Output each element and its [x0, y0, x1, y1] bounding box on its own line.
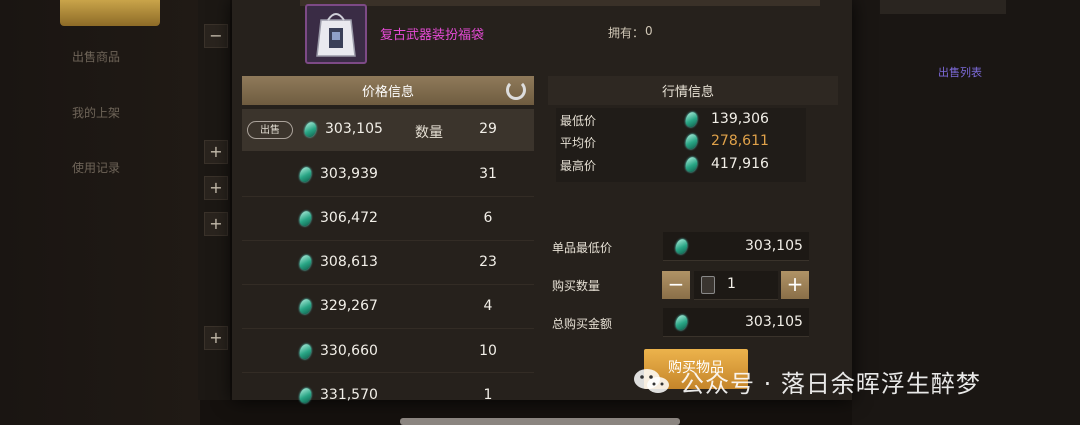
expand-icon[interactable]: +: [204, 326, 228, 350]
total-amount-value: 303,105: [745, 314, 803, 330]
watermark-text: 公众号 · 落日余晖浮生醉梦: [680, 370, 981, 398]
quantity-value[interactable]: 1: [727, 276, 736, 292]
scrollbar[interactable]: [400, 418, 680, 425]
increase-quantity-button[interactable]: +: [781, 271, 809, 299]
row-price[interactable]: 330,660: [320, 343, 378, 359]
decrease-quantity-button[interactable]: −: [662, 271, 690, 299]
calculator-icon[interactable]: [701, 276, 715, 294]
highest-price-label: 最高价: [560, 159, 597, 173]
price-info-title: 价格信息: [361, 85, 414, 100]
row-quantity: 23: [479, 254, 497, 270]
row-quantity: 6: [483, 210, 493, 226]
highest-price-value: 417,916: [711, 156, 769, 172]
row-price[interactable]: 306,472: [320, 210, 378, 226]
average-price-value: 278,611: [711, 133, 769, 149]
row-price[interactable]: 331,570: [320, 387, 378, 403]
unit-lowest-price-label: 单品最低价: [552, 241, 613, 255]
panel-top-strip: [300, 0, 820, 6]
quantity-header: 数量: [415, 125, 443, 141]
lowest-price-value: 139,306: [711, 111, 769, 127]
bg-menu-item-usage-log[interactable]: 使用记录: [72, 159, 120, 176]
background-right-button[interactable]: [880, 0, 1006, 14]
bg-right-tab-sell-list[interactable]: 出售列表: [938, 64, 982, 80]
row-price[interactable]: 308,613: [320, 254, 378, 270]
background-active-tab[interactable]: [60, 0, 160, 26]
row-divider: [242, 328, 534, 329]
lowest-price-label: 最低价: [560, 114, 597, 128]
wechat-icon: [632, 366, 672, 396]
item-name: 复古武器装扮福袋: [380, 28, 485, 43]
owned-label: 拥有：: [608, 26, 645, 40]
expand-icon[interactable]: −: [204, 24, 228, 48]
row-divider: [242, 372, 534, 373]
row-quantity: 29: [479, 121, 497, 137]
row-quantity: 1: [483, 387, 493, 403]
row-quantity: 4: [483, 298, 493, 314]
row-quantity: 31: [479, 166, 497, 182]
bg-menu-item-sell[interactable]: 出售商品: [72, 48, 120, 65]
expand-icon[interactable]: +: [204, 212, 228, 236]
row-quantity: 10: [479, 343, 497, 359]
row-price: 303,105: [325, 121, 383, 137]
total-amount-label: 总购买金额: [552, 317, 613, 331]
unit-lowest-price-value: 303,105: [745, 238, 803, 254]
row-divider: [242, 196, 534, 197]
buy-quantity-label: 购买数量: [552, 279, 601, 293]
owned-count: 0: [645, 24, 653, 38]
row-divider: [242, 284, 534, 285]
average-price-label: 平均价: [560, 136, 597, 150]
expand-icon[interactable]: +: [204, 140, 228, 164]
sell-button[interactable]: 出售: [247, 121, 293, 139]
row-price[interactable]: 329,267: [320, 298, 378, 314]
row-divider: [242, 240, 534, 241]
row-price[interactable]: 303,939: [320, 166, 378, 182]
item-bag-icon: [305, 4, 367, 64]
expand-icon[interactable]: +: [204, 176, 228, 200]
refresh-icon[interactable]: [506, 80, 526, 100]
bg-menu-item-my-listings[interactable]: 我的上架: [72, 104, 120, 121]
market-info-title: 行情信息: [661, 85, 714, 100]
